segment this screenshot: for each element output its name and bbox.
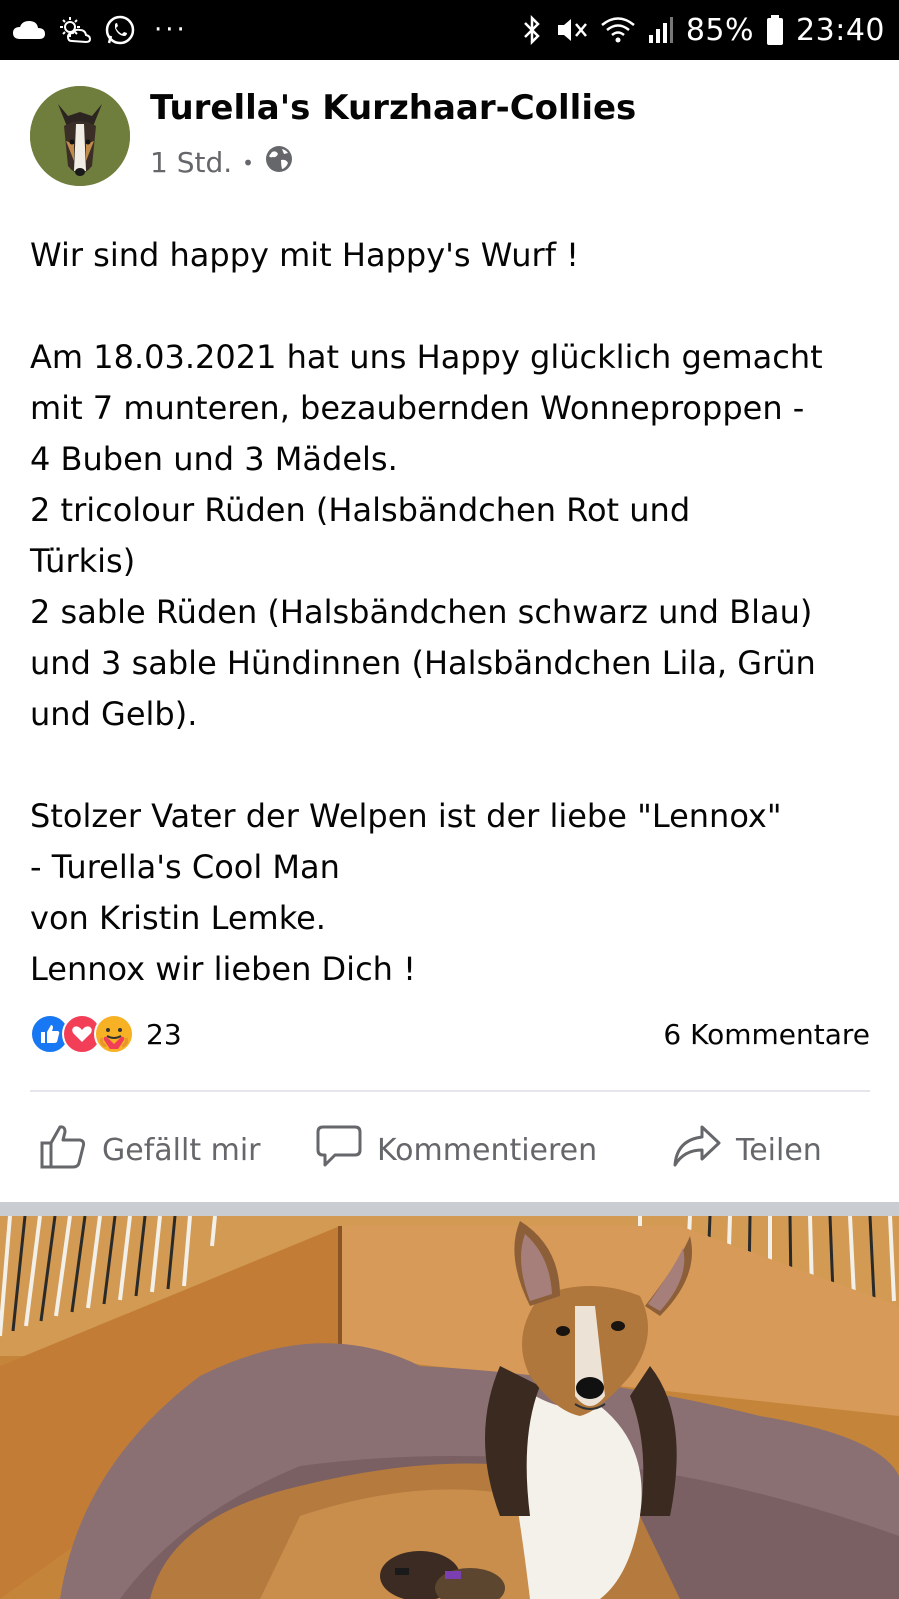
post-separator [0,1202,899,1216]
globe-icon [264,144,294,181]
post-photo[interactable] [0,1216,899,1599]
status-bar: ··· 85% 23:40 [0,0,899,60]
like-label: Gefällt mir [102,1132,261,1168]
post-line: Lennox wir lieben Dich ! [30,950,416,988]
status-bar-left: ··· [12,14,188,46]
comment-bubble-icon [315,1123,363,1177]
cloud-icon [12,14,46,46]
comment-label: Kommentieren [377,1132,598,1168]
post-line: Wir sind happy mit Happy's Wurf ! [30,236,579,274]
reactions-summary: 23 6 Kommentare [30,1012,870,1056]
clock: 23:40 [796,12,885,48]
wifi-icon [600,14,636,46]
share-label: Teilen [736,1132,822,1168]
post-line: 4 Buben und 3 Mädels. [30,440,398,478]
page-name[interactable]: Turella's Kurzhaar-Collies [150,88,636,128]
post-text: Wir sind happy mit Happy's Wurf ! Am 18.… [30,230,880,995]
comment-button[interactable]: Kommentieren [315,1123,597,1177]
more-notifications-icon: ··· [154,15,188,45]
action-bar: Gefällt mir Kommentieren Teilen [0,1100,899,1200]
post-meta: 1 Std. • [150,144,294,181]
post-line: Am 18.03.2021 hat uns Happy glücklich ge… [30,338,823,376]
share-arrow-icon [672,1123,722,1177]
weather-icon [58,14,92,46]
battery-percentage: 85% [685,12,755,48]
post-line: - Turella's Cool Man [30,848,340,886]
post-line: Türkis) [30,542,136,580]
whatsapp-icon [104,14,136,46]
comments-count-link[interactable]: 6 Kommentare [663,1018,870,1051]
bluetooth-icon [522,14,542,46]
post-line: 2 tricolour Rüden (Halsbändchen Rot und [30,491,691,529]
meta-separator: • [242,150,254,175]
post-time[interactable]: 1 Std. [150,146,232,179]
reaction-count: 23 [146,1017,182,1051]
care-reaction-icon [94,1014,134,1054]
post-line: und Gelb). [30,695,198,733]
like-button[interactable]: Gefällt mir [38,1121,261,1179]
page-avatar[interactable] [30,86,130,186]
divider [30,1090,870,1092]
post-line: von Kristin Lemke. [30,899,326,937]
signal-icon [648,14,674,46]
post-line: und 3 sable Hündinnen (Halsbändchen Lila… [30,644,816,682]
thumbs-up-icon [38,1121,88,1179]
mute-vibrate-icon [554,14,588,46]
post-line: Stolzer Vater der Welpen ist der liebe "… [30,797,782,835]
reactions-button[interactable]: 23 [30,1014,182,1054]
status-bar-right: 85% 23:40 [522,13,885,48]
battery-icon [766,14,784,46]
post-header: Turella's Kurzhaar-Collies 1 Std. • [0,60,899,200]
post-line: 2 sable Rüden (Halsbändchen schwarz und … [30,593,813,631]
share-button[interactable]: Teilen [672,1123,822,1177]
post-line: mit 7 munteren, bezaubernden Wonneproppe… [30,389,805,427]
